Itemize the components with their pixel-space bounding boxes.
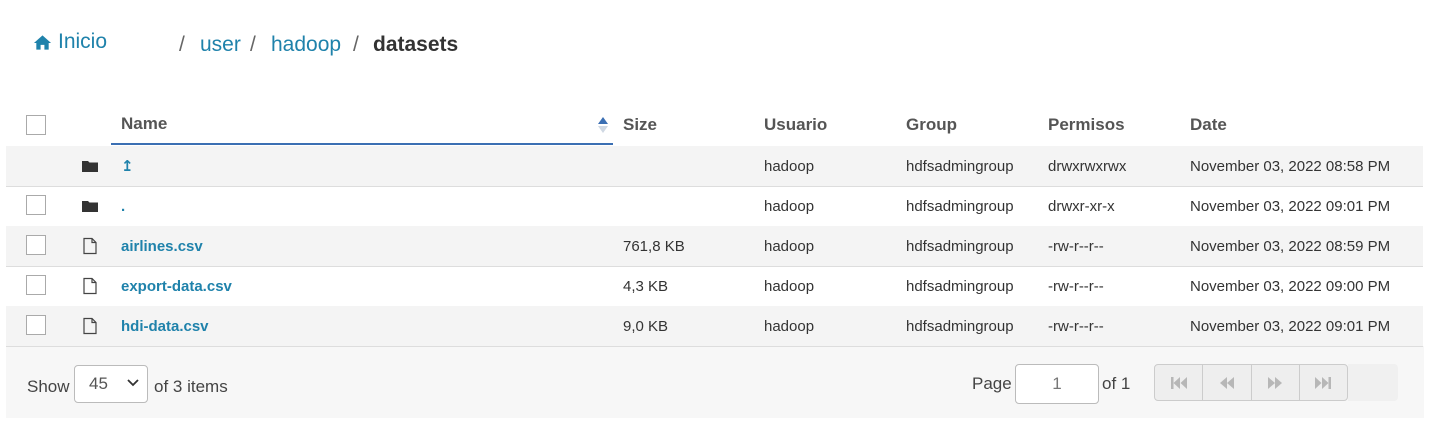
- page-label: Page: [972, 374, 1012, 393]
- user-cell: hadoop: [764, 317, 815, 335]
- user-cell: hadoop: [764, 197, 815, 215]
- date-cell: November 03, 2022 08:59 PM: [1190, 237, 1391, 255]
- size-cell: 4,3 KB: [623, 277, 669, 295]
- table-row[interactable]: . hadoop hdfsadmingroup drwxr-xr-x Novem…: [6, 186, 1423, 227]
- user-cell: hadoop: [764, 277, 815, 295]
- items-count-label: of 3 items: [154, 377, 228, 396]
- breadcrumb: Inicio / user / hadoop / datasets: [0, 30, 1438, 64]
- date-cell: November 03, 2022 09:01 PM: [1190, 197, 1391, 215]
- table-row[interactable]: export-data.csv 4,3 KB hadoop hdfsadming…: [6, 266, 1423, 307]
- file-icon: [83, 277, 97, 295]
- first-page-icon: [1170, 376, 1187, 389]
- permissions-cell: drwxr-xr-x: [1048, 197, 1115, 215]
- breadcrumb-separator: /: [250, 33, 256, 56]
- last-page-icon: [1315, 376, 1332, 389]
- file-name-link[interactable]: airlines.csv: [121, 226, 203, 266]
- column-header-date[interactable]: Date: [1190, 104, 1227, 146]
- breadcrumb-separator: /: [179, 33, 185, 56]
- forward-icon: [1268, 376, 1283, 389]
- chevron-down-icon: [127, 379, 139, 387]
- select-all-checkbox[interactable]: [26, 115, 46, 135]
- folder-icon: [82, 201, 98, 212]
- total-pages-label: of 1: [1102, 374, 1131, 393]
- pagination-spacer: [1348, 364, 1398, 401]
- table-row[interactable]: hdi-data.csv 9,0 KB hadoop hdfsadmingrou…: [6, 306, 1423, 347]
- file-name-link[interactable]: .: [121, 186, 125, 226]
- next-page-button[interactable]: [1252, 365, 1300, 400]
- page-size-select[interactable]: 45: [74, 365, 148, 403]
- group-cell: hdfsadmingroup: [906, 237, 1014, 255]
- group-cell: hdfsadmingroup: [906, 277, 1014, 295]
- column-header-name[interactable]: Name: [111, 104, 613, 145]
- table-header: Name Size Usuario Group Permisos Date: [6, 104, 1423, 147]
- table-footer: Show 45 of 3 items Page 1 of 1: [6, 346, 1424, 418]
- home-label: Inicio: [58, 30, 108, 53]
- size-cell: 761,8 KB: [623, 237, 685, 255]
- page-size-value: 45: [89, 374, 108, 393]
- row-checkbox[interactable]: [26, 195, 46, 215]
- home-link[interactable]: Inicio: [33, 30, 107, 54]
- size-cell: 9,0 KB: [623, 317, 669, 335]
- user-cell: hadoop: [764, 237, 815, 255]
- column-header-user[interactable]: Usuario: [764, 104, 827, 146]
- home-icon: [33, 34, 52, 50]
- file-icon: [83, 237, 97, 255]
- date-cell: November 03, 2022 09:01 PM: [1190, 317, 1391, 335]
- date-cell: November 03, 2022 09:00 PM: [1190, 277, 1391, 295]
- table-row[interactable]: ↥ hadoop hdfsadmingroup drwxrwxrwx Novem…: [6, 146, 1423, 187]
- permissions-cell: -rw-r--r--: [1048, 277, 1104, 295]
- row-checkbox[interactable]: [26, 235, 46, 255]
- column-header-name-label: Name: [121, 113, 168, 133]
- rewind-icon: [1219, 376, 1234, 389]
- breadcrumb-current: datasets: [373, 33, 459, 56]
- pagination-controls: [1154, 364, 1348, 401]
- group-cell: hdfsadmingroup: [906, 197, 1014, 215]
- file-name-link[interactable]: hdi-data.csv: [121, 306, 209, 346]
- breadcrumb-item-hadoop[interactable]: hadoop: [271, 33, 341, 57]
- permissions-cell: -rw-r--r--: [1048, 317, 1104, 335]
- column-header-permissions[interactable]: Permisos: [1048, 104, 1125, 146]
- file-icon: [83, 317, 97, 335]
- table-row[interactable]: airlines.csv 761,8 KB hadoop hdfsadmingr…: [6, 226, 1423, 267]
- first-page-button[interactable]: [1155, 365, 1204, 400]
- row-checkbox[interactable]: [26, 315, 46, 335]
- last-page-button[interactable]: [1300, 365, 1347, 400]
- row-checkbox[interactable]: [26, 275, 46, 295]
- breadcrumb-separator: /: [353, 33, 359, 56]
- user-cell: hadoop: [764, 157, 815, 175]
- folder-icon: [82, 161, 98, 172]
- sort-icon: [598, 117, 608, 133]
- group-cell: hdfsadmingroup: [906, 317, 1014, 335]
- previous-page-button[interactable]: [1203, 365, 1252, 400]
- permissions-cell: -rw-r--r--: [1048, 237, 1104, 255]
- column-header-group[interactable]: Group: [906, 104, 957, 146]
- column-header-size[interactable]: Size: [623, 104, 657, 146]
- page-number-input[interactable]: 1: [1015, 364, 1099, 404]
- file-name-link[interactable]: export-data.csv: [121, 266, 232, 306]
- breadcrumb-item-user[interactable]: user: [200, 33, 241, 57]
- group-cell: hdfsadmingroup: [906, 157, 1014, 175]
- show-label: Show: [27, 377, 70, 396]
- date-cell: November 03, 2022 08:58 PM: [1190, 157, 1391, 175]
- parent-directory-link[interactable]: ↥: [121, 146, 134, 186]
- permissions-cell: drwxrwxrwx: [1048, 157, 1127, 175]
